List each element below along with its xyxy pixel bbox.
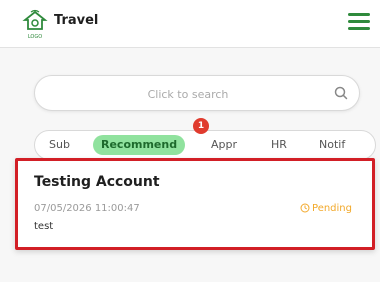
status-label: Pending xyxy=(312,203,352,214)
card-title: Testing Account xyxy=(34,174,160,190)
tab-bar: Sub Recommend 1 Appr HR Notif xyxy=(34,118,376,160)
tab-appr[interactable]: Appr xyxy=(211,135,237,155)
search-icon[interactable] xyxy=(333,85,349,101)
search-input[interactable] xyxy=(51,83,325,105)
tab-sub[interactable]: Sub xyxy=(49,135,70,155)
logo-icon: LOGO xyxy=(22,9,48,40)
app-brand: Travel xyxy=(54,13,99,28)
list-item-card[interactable]: Testing Account 07/05/2026 11:00:47 test… xyxy=(15,158,375,250)
tab-recommend[interactable]: Recommend xyxy=(93,135,186,155)
search-bar[interactable] xyxy=(34,75,360,111)
status-badge: Pending xyxy=(300,203,352,214)
tab-recommend-badge: 1 xyxy=(193,118,209,134)
app-header: LOGO Travel xyxy=(0,0,380,48)
logo-caption: LOGO xyxy=(28,34,42,40)
card-datetime: 07/05/2026 11:00:47 xyxy=(34,203,140,214)
clock-icon xyxy=(300,203,310,213)
hamburger-menu-icon[interactable] xyxy=(348,13,370,31)
card-description: test xyxy=(34,221,54,232)
tab-hr[interactable]: HR xyxy=(271,135,287,155)
tab-notif[interactable]: Notif xyxy=(319,135,345,155)
